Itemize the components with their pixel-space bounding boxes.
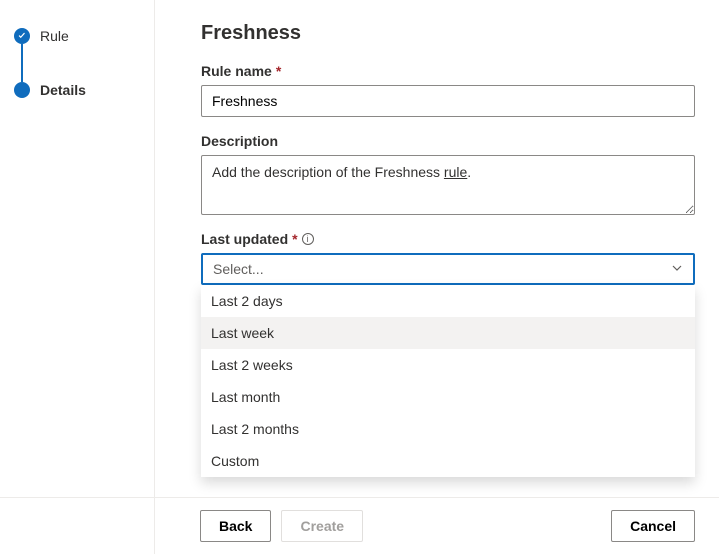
step-connector bbox=[21, 44, 23, 82]
step-details[interactable]: Details bbox=[14, 82, 154, 98]
current-step-icon bbox=[14, 82, 30, 98]
step-label: Rule bbox=[40, 28, 69, 44]
step-label: Details bbox=[40, 82, 86, 98]
required-indicator: * bbox=[292, 231, 297, 247]
dropdown-option[interactable]: Last 2 days bbox=[201, 285, 695, 317]
cancel-button[interactable]: Cancel bbox=[611, 510, 695, 542]
dropdown-option[interactable]: Last 2 months bbox=[201, 413, 695, 445]
dropdown-option[interactable]: Custom bbox=[201, 445, 695, 477]
field-description: Description Add the description of the F… bbox=[201, 133, 695, 215]
rule-name-input[interactable] bbox=[201, 85, 695, 117]
page-title: Freshness bbox=[201, 22, 695, 45]
dropdown-option[interactable]: Last week bbox=[201, 317, 695, 349]
sidebar: Rule Details bbox=[0, 0, 155, 554]
field-last-updated: Last updated * i Select... Last 2 days L… bbox=[201, 231, 695, 285]
last-updated-dropdown: Last 2 days Last week Last 2 weeks Last … bbox=[201, 285, 695, 477]
chevron-down-icon bbox=[671, 261, 683, 277]
last-updated-label: Last updated * i bbox=[201, 231, 695, 247]
create-button: Create bbox=[281, 510, 363, 542]
last-updated-select[interactable]: Select... bbox=[201, 253, 695, 285]
step-rule[interactable]: Rule bbox=[14, 28, 154, 44]
back-button[interactable]: Back bbox=[200, 510, 271, 542]
footer: Back Create Cancel bbox=[0, 497, 719, 554]
required-indicator: * bbox=[276, 63, 281, 79]
field-rule-name: Rule name * bbox=[201, 63, 695, 117]
info-icon[interactable]: i bbox=[302, 233, 314, 245]
dropdown-option[interactable]: Last month bbox=[201, 381, 695, 413]
dropdown-option[interactable]: Last 2 weeks bbox=[201, 349, 695, 381]
description-input[interactable]: Add the description of the Freshness rul… bbox=[201, 155, 695, 215]
rule-name-label: Rule name * bbox=[201, 63, 695, 79]
checkmark-icon bbox=[14, 28, 30, 44]
description-label: Description bbox=[201, 133, 695, 149]
main-content: Freshness Rule name * Description Add th… bbox=[155, 0, 719, 554]
select-placeholder: Select... bbox=[213, 261, 264, 277]
